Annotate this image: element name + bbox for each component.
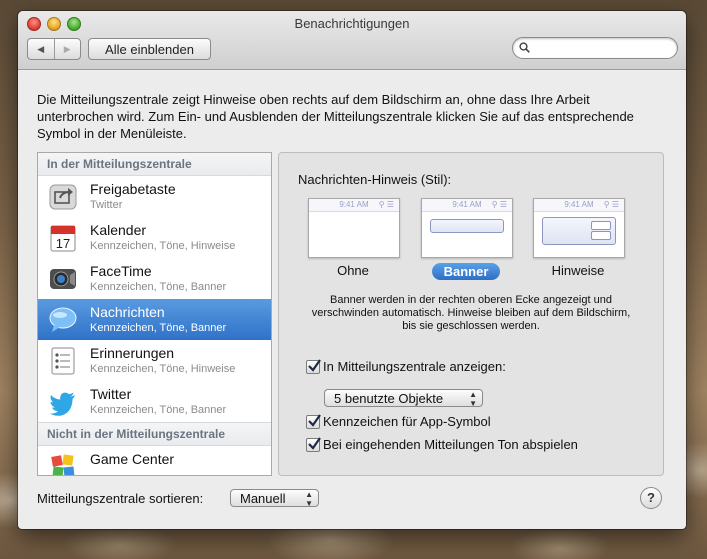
list-item-kalender[interactable]: 17 Kalender Kennzeichen, Töne, Hinweise [38,217,271,258]
thumb-time: 9:41 AM [339,200,369,209]
show-in-center-label: In Mitteilungszentrale anzeigen: [323,359,506,374]
intro-description: Die Mitteilungszentrale zeigt Hinweise o… [37,92,634,141]
style-label-alert[interactable]: Hinweise [533,263,623,278]
badge-label: Kennzeichen für App-Symbol [323,414,491,429]
thumb-menu-icons: ⚲ ☰ [491,200,507,209]
list-item-name: Game Center [90,451,175,467]
game-center-icon [51,454,75,475]
show-in-center-checkbox[interactable] [306,359,321,374]
checkmark-icon [308,359,321,372]
banner-preview [430,219,504,233]
updown-arrows-icon: ▲ ▼ [469,390,477,408]
calendar-day-text: 17 [56,236,70,251]
list-item-name: Twitter [90,386,132,402]
thumb-time: 9:41 AM [452,200,482,209]
list-section-header-not-in: Nicht in der Mitteilungszentrale [38,422,271,446]
style-label-banner[interactable]: Banner [421,263,511,280]
list-section-header-in: In der Mitteilungszentrale [38,153,271,176]
list-item-nachrichten[interactable]: Nachrichten Kennzeichen, Töne, Banner [38,299,271,340]
list-item-detail: Kennzeichen, Töne, Hinweise [90,240,236,252]
style-thumb-none[interactable]: 9:41 AM ⚲ ☰ [308,198,400,258]
thumb-menubar: 9:41 AM ⚲ ☰ [422,199,512,212]
thumb-menu-icons: ⚲ ☰ [603,200,619,209]
list-item-name: Kalender [90,222,147,238]
list-item-detail: Kennzeichen, Töne, Hinweise [90,363,236,375]
sort-label: Mitteilungszentrale sortieren: [37,491,204,506]
checkmark-icon [308,437,321,450]
badge-checkbox[interactable] [306,414,321,429]
style-thumb-banner[interactable]: 9:41 AM ⚲ ☰ [421,198,513,258]
window-title: Benachrichtigungen [294,16,410,31]
reminders-icon [51,347,75,375]
settings-panel: Nachrichten-Hinweis (Stil): 9:41 AM ⚲ ☰ 9… [278,152,664,476]
list-item-name: Freigabetaste [90,181,176,197]
checkmark-icon [308,414,321,427]
facetime-icon [50,269,76,289]
back-forward-control: ◀ ▶ [27,38,81,60]
list-item-detail: Kennzeichen, Töne, Banner [90,281,227,293]
search-field[interactable] [512,37,678,59]
list-item-detail: Kennzeichen, Töne, Banner [90,404,227,416]
search-icon [519,42,530,53]
thumb-time: 9:41 AM [564,200,594,209]
share-icon [49,184,77,210]
app-list[interactable]: In der Mitteilungszentrale Freigabetaste… [37,152,272,476]
calendar-icon: 17 [50,225,76,252]
alert-preview [542,217,616,245]
help-button[interactable]: ? [640,487,662,509]
style-thumb-alert[interactable]: 9:41 AM ⚲ ☰ [533,198,625,258]
list-item-twitter[interactable]: Twitter Kennzeichen, Töne, Banner [38,381,271,422]
list-item-name: Nachrichten [90,304,165,320]
style-description: Banner werden in der rechten oberen Ecke… [311,294,631,332]
twitter-icon [49,392,75,416]
list-item-detail: Kennzeichen, Töne, Banner [90,322,227,334]
list-item-freigabetaste[interactable]: Freigabetaste Twitter [38,176,271,217]
sort-popup[interactable]: Manuell ▲ ▼ [230,489,319,508]
list-item-name: FaceTime [90,263,152,279]
sound-checkbox[interactable] [306,437,321,452]
search-input[interactable] [535,40,674,56]
list-item-detail: Twitter [90,199,123,211]
messages-icon [49,307,77,332]
sound-label: Bei eingehenden Mitteilungen Ton abspiel… [323,437,578,452]
style-label-none[interactable]: Ohne [308,263,398,278]
window-toolbar: Benachrichtigungen ◀ ▶ Alle einblenden [18,11,686,70]
list-item-erinnerungen[interactable]: Erinnerungen Kennzeichen, Töne, Hinweise [38,340,271,381]
items-count-popup[interactable]: 5 benutzte Objekte ▲ ▼ [324,389,483,408]
list-item-facetime[interactable]: FaceTime Kennzeichen, Töne, Banner [38,258,271,299]
thumb-menubar: 9:41 AM ⚲ ☰ [534,199,624,212]
updown-arrows-icon: ▲ ▼ [305,490,313,508]
alert-style-label: Nachrichten-Hinweis (Stil): [298,172,452,187]
back-arrow-icon[interactable]: ◀ [28,39,54,59]
thumb-menu-icons: ⚲ ☰ [378,200,394,209]
thumb-menubar: 9:41 AM ⚲ ☰ [309,199,399,212]
show-all-button[interactable]: Alle einblenden [88,38,211,60]
forward-arrow-icon[interactable]: ▶ [53,39,81,59]
list-item-name: Erinnerungen [90,345,175,361]
list-item-game-center[interactable]: Game Center [38,446,271,475]
preferences-window: Benachrichtigungen ◀ ▶ Alle einblenden D… [18,11,686,529]
